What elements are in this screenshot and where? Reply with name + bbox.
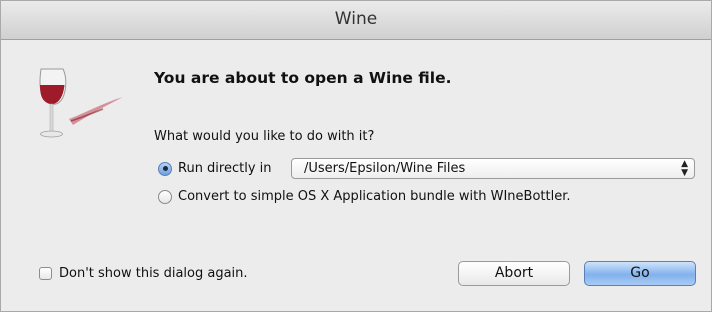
radio-selected-dot <box>162 166 168 171</box>
run-directly-radio[interactable] <box>158 161 172 176</box>
convert-radio[interactable] <box>158 189 172 204</box>
run-directly-option[interactable]: Run directly in <box>158 161 272 176</box>
go-button[interactable]: Go <box>584 261 696 286</box>
run-path-value: /Users/Epsilon/Wine Files <box>304 161 466 176</box>
dont-show-checkbox[interactable] <box>39 267 52 280</box>
dialog-question: What would you like to do with it? <box>154 129 375 144</box>
convert-option[interactable]: Convert to simple OS X Application bundl… <box>158 189 571 204</box>
run-directly-label[interactable]: Run directly in <box>178 161 272 176</box>
dont-show-label[interactable]: Don't show this dialog again. <box>59 266 248 281</box>
run-path-popup[interactable]: /Users/Epsilon/Wine Files ▲ ▼ <box>291 158 695 179</box>
wine-dialog-window: Wine You are about to open a Wine file. … <box>0 0 712 312</box>
popup-arrows-icon: ▲ ▼ <box>681 158 688 178</box>
dialog-heading: You are about to open a Wine file. <box>154 69 452 87</box>
dont-show-row[interactable]: Don't show this dialog again. <box>39 266 248 281</box>
convert-label[interactable]: Convert to simple OS X Application bundl… <box>178 189 571 204</box>
wine-glass-icon <box>27 63 137 153</box>
window-title: Wine <box>1 1 711 40</box>
abort-button[interactable]: Abort <box>458 261 570 286</box>
